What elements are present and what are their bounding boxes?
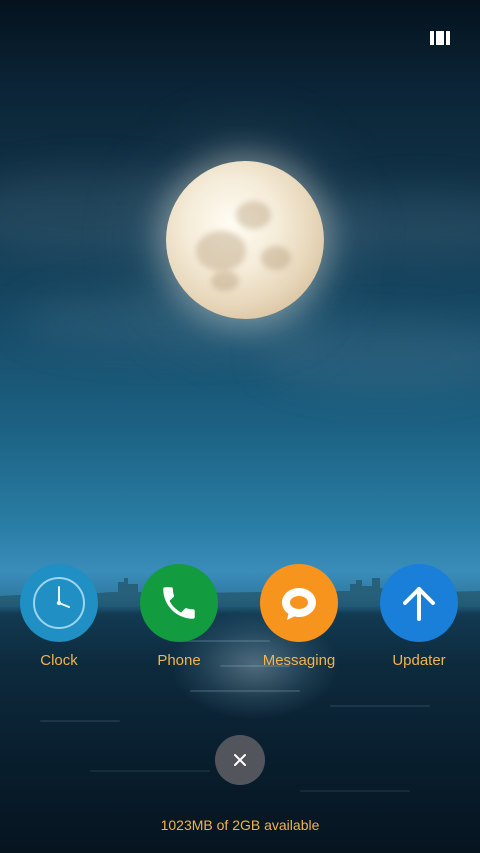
app-label: Phone xyxy=(157,652,201,669)
close-all-button[interactable] xyxy=(215,735,265,785)
phone-icon xyxy=(140,564,218,642)
app-label: Messaging xyxy=(262,652,336,669)
app-label: Updater xyxy=(392,652,446,669)
close-icon xyxy=(234,754,246,766)
recent-apps-screen: Clock Phone Messaging Updater 1023MB of … xyxy=(0,0,480,853)
arrow-up-icon xyxy=(380,564,458,642)
recents-grid-icon[interactable] xyxy=(430,31,450,45)
clock-icon xyxy=(20,564,98,642)
app-phone[interactable]: Phone xyxy=(124,564,234,670)
app-messaging[interactable]: Messaging xyxy=(244,564,354,670)
app-updater[interactable]: Updater xyxy=(364,564,474,670)
recent-apps-row: Clock Phone Messaging Updater xyxy=(0,564,480,674)
app-clock[interactable]: Clock xyxy=(4,564,114,670)
app-label: Clock xyxy=(40,652,78,669)
message-bubble-icon xyxy=(260,564,338,642)
moon-image xyxy=(166,161,324,319)
memory-available-text: 1023MB of 2GB available xyxy=(160,817,320,833)
